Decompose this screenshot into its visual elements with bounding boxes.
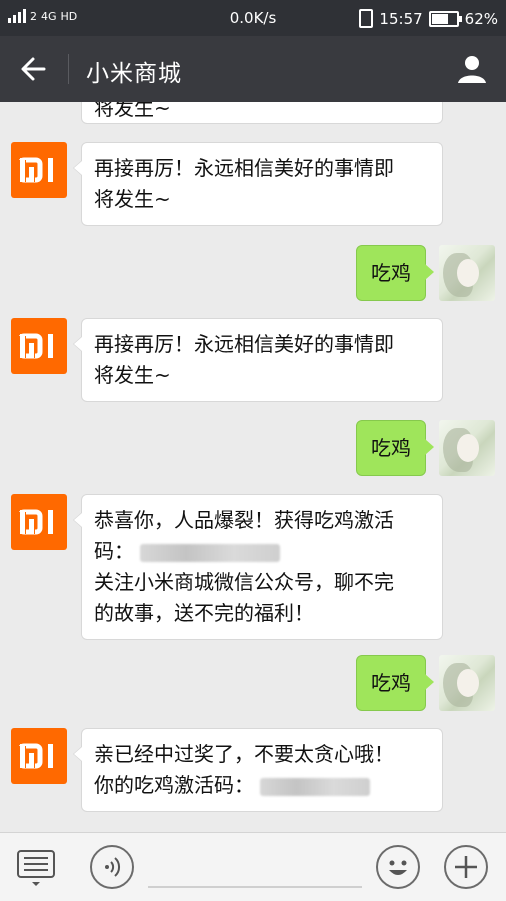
- redacted-code: [260, 777, 371, 796]
- message-line-code: 你的吃鸡激活码：: [94, 770, 430, 801]
- vibrate-icon: [359, 9, 374, 28]
- chat-area[interactable]: 将发生~ 再接再厉！永远相信美好的事情即 将发生~ 吃鸡 再接再厉！永远相信美好…: [0, 102, 506, 832]
- mi-avatar[interactable]: [11, 142, 67, 198]
- message-text: 吃鸡: [371, 261, 411, 285]
- plus-icon: [455, 856, 477, 878]
- my-message-bubble[interactable]: 吃鸡: [356, 655, 434, 711]
- back-button[interactable]: [16, 51, 52, 87]
- mi-logo-icon: [16, 509, 53, 535]
- my-avatar[interactable]: [439, 420, 495, 476]
- message-input[interactable]: [148, 886, 362, 888]
- message-bubble[interactable]: 再接再厉！永远相信美好的事情即 将发生~: [73, 142, 443, 226]
- user-icon: [458, 56, 486, 83]
- mi-avatar[interactable]: [11, 728, 67, 784]
- arrow-left-icon: [21, 57, 46, 81]
- status-bar: 2 4G HD 0.0K/s 15:57 62%: [0, 0, 506, 36]
- emoji-icon: [389, 860, 407, 875]
- status-right: 15:57 62%: [359, 9, 498, 28]
- mi-logo-icon: [16, 333, 53, 359]
- my-message-bubble[interactable]: 吃鸡: [356, 420, 434, 476]
- message-bubble[interactable]: 将发生~: [81, 102, 443, 124]
- mi-logo-icon: [16, 743, 53, 769]
- message-bubble[interactable]: 再接再厉！永远相信美好的事情即 将发生~: [73, 318, 443, 402]
- message-text: 吃鸡: [371, 436, 411, 460]
- clock: 15:57: [379, 9, 423, 28]
- message-line: 关注小米商城微信公众号，聊不完: [94, 570, 394, 594]
- my-avatar[interactable]: [439, 655, 495, 711]
- my-message-bubble[interactable]: 吃鸡: [356, 245, 434, 301]
- profile-button[interactable]: [454, 51, 490, 87]
- emoji-button[interactable]: [376, 845, 420, 889]
- input-bar: [0, 832, 506, 901]
- page-title: 小米商城: [86, 61, 182, 87]
- message-line: 将发生~: [94, 102, 171, 120]
- message-line: 再接再厉！永远相信美好的事情即: [94, 332, 394, 356]
- message-line: 码：: [94, 539, 134, 563]
- message-line: 的故事，送不完的福利！: [94, 601, 314, 625]
- message-text: 吃鸡: [371, 671, 411, 695]
- mi-avatar[interactable]: [11, 494, 67, 550]
- message-line: 将发生~: [94, 363, 171, 387]
- header-divider: [68, 54, 69, 84]
- message-line: 亲已经中过奖了，不要太贪心哦！: [94, 742, 394, 766]
- mi-logo-icon: [16, 157, 53, 183]
- menu-button[interactable]: [14, 845, 58, 889]
- message-bubble[interactable]: 亲已经中过奖了，不要太贪心哦！ 你的吃鸡激活码：: [73, 728, 443, 812]
- voice-button[interactable]: [90, 845, 134, 889]
- message-line: 再接再厉！永远相信美好的事情即: [94, 156, 394, 180]
- battery-percent: 62%: [464, 9, 498, 28]
- my-avatar[interactable]: [439, 245, 495, 301]
- voice-icon: [105, 857, 121, 877]
- header: 小米商城: [0, 36, 506, 102]
- message-line: 恭喜你，人品爆裂！获得吃鸡激活: [94, 508, 394, 532]
- more-button[interactable]: [444, 845, 488, 889]
- message-line: 将发生~: [94, 187, 171, 211]
- message-line: 你的吃鸡激活码：: [94, 773, 254, 797]
- mi-avatar[interactable]: [11, 318, 67, 374]
- message-bubble[interactable]: 恭喜你，人品爆裂！获得吃鸡激活 码： 关注小米商城微信公众号，聊不完 的故事，送…: [73, 494, 443, 640]
- battery-icon: [428, 10, 462, 27]
- redacted-code: [140, 543, 281, 562]
- message-line-code: 码：: [94, 536, 430, 567]
- menu-icon: [17, 850, 55, 886]
